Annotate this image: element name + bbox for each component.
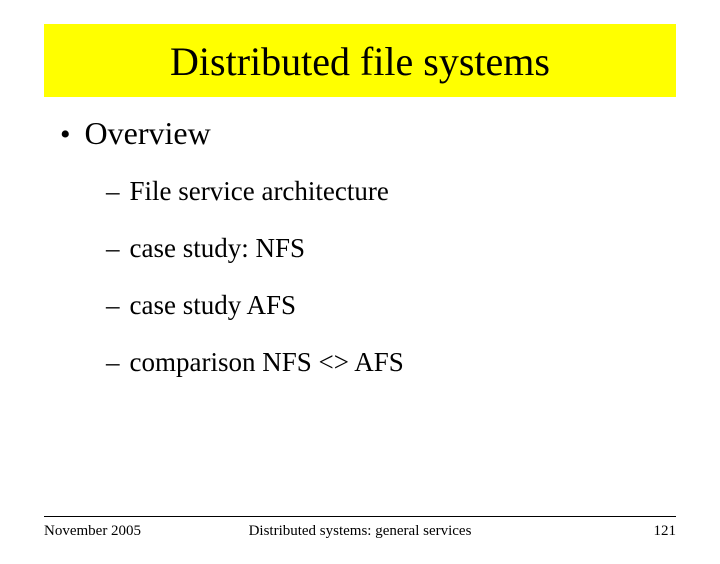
sub-item: – File service architecture [106, 176, 660, 207]
sub-marker: – [106, 176, 120, 207]
sub-marker: – [106, 233, 120, 264]
slide-title: Distributed file systems [44, 38, 676, 85]
sub-label: File service architecture [130, 176, 389, 207]
title-bar: Distributed file systems [44, 24, 676, 97]
sub-marker: – [106, 290, 120, 321]
bullet-marker: • [60, 120, 71, 150]
sub-item: – comparison NFS <> AFS [106, 347, 660, 378]
sub-label: case study AFS [130, 290, 297, 321]
sub-label: case study: NFS [130, 233, 306, 264]
bullet-label: Overview [85, 115, 211, 152]
sub-list: – File service architecture – case study… [60, 176, 660, 378]
sub-marker: – [106, 347, 120, 378]
bullet-item: • Overview [60, 115, 660, 152]
slide-content: • Overview – File service architecture –… [0, 97, 720, 378]
sub-item: – case study: NFS [106, 233, 660, 264]
sub-label: comparison NFS <> AFS [130, 347, 404, 378]
footer-page-number: 121 [654, 523, 677, 540]
slide-footer: November 2005 Distributed systems: gener… [44, 516, 676, 540]
footer-title: Distributed systems: general services [249, 523, 472, 540]
sub-item: – case study AFS [106, 290, 660, 321]
footer-date: November 2005 [44, 523, 141, 540]
